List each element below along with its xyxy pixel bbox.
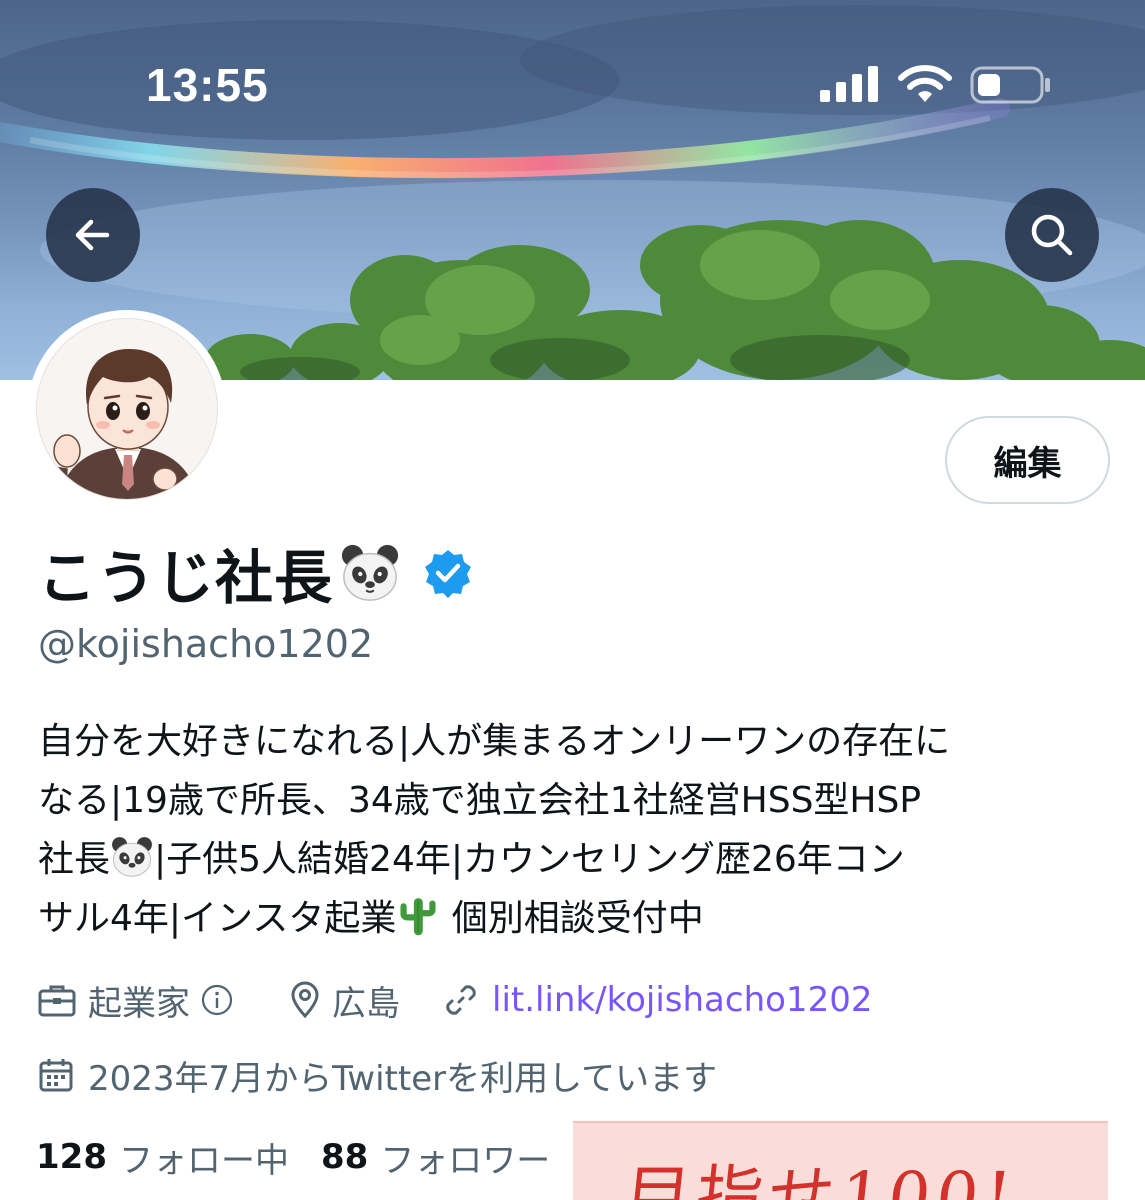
- meta-link[interactable]: lit.link/kojishacho1202: [442, 980, 872, 1020]
- following-link[interactable]: 128 フォロー中: [36, 1133, 289, 1182]
- meta-joined: 2023年7月からTwitterを利用しています: [38, 1050, 717, 1100]
- status-time: 13:55: [146, 59, 269, 111]
- following-label: フォロー中: [118, 1140, 289, 1181]
- profile-link[interactable]: lit.link/kojishacho1202: [492, 980, 872, 1020]
- meta-category: 起業家: [38, 976, 246, 1025]
- battery-icon: [970, 66, 1050, 104]
- bio-line: サル4年|インスタ起業 個別相談受付中: [38, 889, 1098, 948]
- profile-meta-row: 起業家 広島 lit.link/kojishacho1202: [38, 975, 872, 1025]
- bio-line: 社長 |子供5人結婚24年|カウンセリング歴26年コン: [38, 830, 1098, 889]
- verified-badge-icon[interactable]: [423, 548, 473, 598]
- location-text: 広島: [332, 983, 400, 1024]
- bio-text: 社長: [38, 839, 111, 880]
- back-button[interactable]: [46, 188, 140, 282]
- panda-face-emoji: [341, 544, 399, 601]
- search-icon: [1031, 214, 1073, 256]
- link-icon: [446, 985, 476, 1015]
- briefcase-icon: [38, 985, 76, 1017]
- wifi-icon: [898, 65, 952, 102]
- cactus-emoji: [400, 898, 436, 936]
- bio-line: なる|19歳で所長、34歳で独立会社1社経営HSS型HSP: [38, 780, 922, 821]
- calendar-icon: [39, 1059, 73, 1092]
- following-count: 128: [36, 1137, 107, 1177]
- goal-sticker-text: 目指せ100!: [620, 1158, 1021, 1200]
- cellular-signal-icon: [820, 66, 878, 102]
- profile-name-row: こうじ社長: [38, 538, 473, 612]
- followers-link[interactable]: 88 フォロワー: [321, 1133, 550, 1182]
- profile-avatar[interactable]: [28, 310, 226, 508]
- followers-label: フォロワー: [380, 1140, 551, 1181]
- status-bar: 13:55: [0, 0, 1145, 120]
- search-button[interactable]: [1005, 188, 1099, 282]
- bio-text: 個別相談受付中: [451, 898, 704, 939]
- arrow-left-icon: [75, 219, 110, 251]
- display-name: こうじ社長: [38, 544, 334, 612]
- profile-bio: 自分を大好きになれる|人が集まるオンリーワンの存在に なる|19歳で所長、34歳…: [38, 712, 1098, 948]
- category-text: 起業家: [88, 983, 190, 1024]
- bio-line: 自分を大好きになれる|人が集まるオンリーワンの存在に: [38, 721, 951, 762]
- location-pin-icon: [291, 981, 319, 1019]
- followers-count: 88: [320, 1137, 369, 1177]
- goal-sticker: 目指せ100!: [573, 1121, 1108, 1200]
- meta-location: 広島: [290, 976, 400, 1025]
- bio-text: |子供5人結婚24年|カウンセリング歴26年コン: [154, 839, 905, 880]
- info-icon[interactable]: [200, 983, 234, 1017]
- avatar-illustration: [36, 318, 218, 500]
- user-handle: @kojishacho1202: [38, 622, 374, 666]
- bio-text: サル4年|インスタ起業: [38, 898, 397, 939]
- panda-face-emoji: [112, 837, 152, 877]
- edit-profile-button[interactable]: 編集: [945, 416, 1110, 504]
- follow-counts: 128 フォロー中 88 フォロワー: [36, 1132, 550, 1182]
- joined-text: 2023年7月からTwitterを利用しています: [88, 1058, 718, 1099]
